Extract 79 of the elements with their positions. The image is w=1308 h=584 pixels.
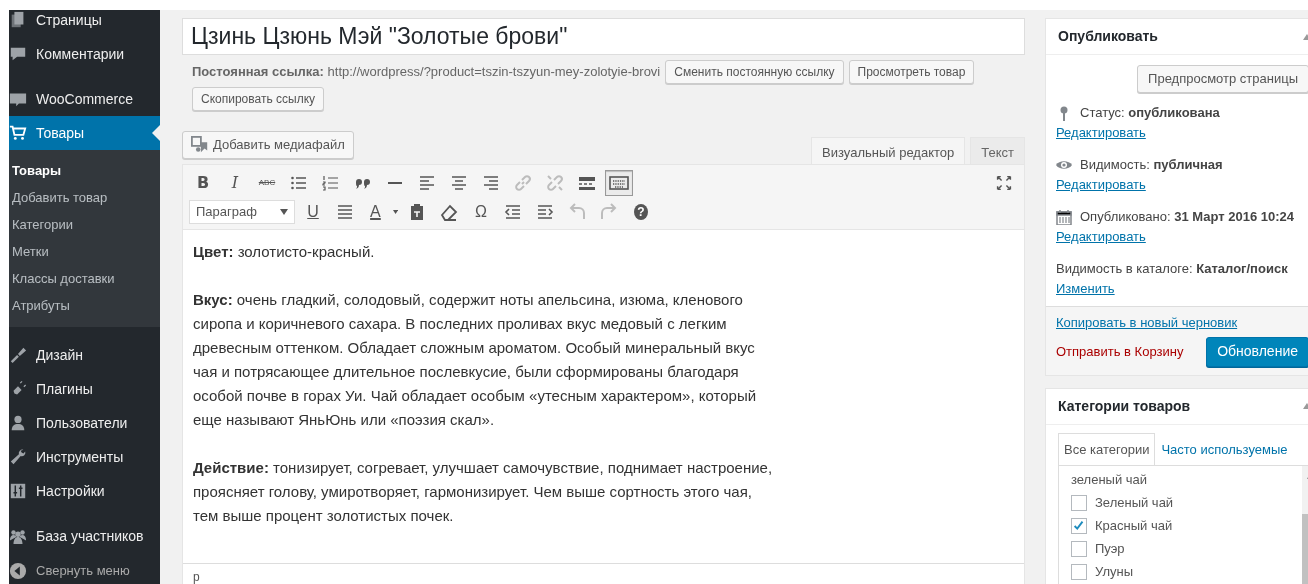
category-label: Улуны [1095, 562, 1133, 581]
menu-item[interactable]: Дизайн [9, 338, 160, 372]
status-text: Опубликовано: 31 Март 2016 10:24 [1080, 208, 1295, 226]
redo-icon [599, 201, 619, 222]
caret-icon [280, 207, 288, 216]
bold-button[interactable]: B [189, 169, 217, 196]
menu-item[interactable]: База участников [9, 519, 160, 553]
category-label: Зеленый чай [1095, 493, 1174, 512]
editor-tab[interactable]: Текст [970, 137, 1025, 164]
preview-button[interactable]: Предпросмотр страницы [1137, 65, 1308, 93]
category-label: Красный чай [1095, 516, 1173, 535]
menu-item[interactable]: Плагины [9, 372, 160, 406]
wrench-icon [9, 448, 27, 466]
submenu-item[interactable]: Категории [9, 211, 160, 238]
collapse-toggle-icon [1303, 33, 1308, 40]
paintbrush-icon [9, 346, 27, 364]
permalink-button[interactable]: Сменить постоянную ссылку [665, 60, 844, 84]
checkbox[interactable] [1071, 517, 1087, 534]
menu-item[interactable]: WooCommerce [9, 82, 160, 116]
title-field[interactable]: Цзинь Цзюнь Мэй "Золотые брови" [182, 18, 1025, 55]
category-tab[interactable]: Часто используемые [1155, 432, 1294, 465]
menu-item[interactable]: Товары [9, 116, 160, 150]
paragraph: Цвет: золотисто-красный. [193, 242, 376, 262]
checkbox[interactable] [1071, 494, 1087, 511]
panel-title: Категории товаров [1058, 396, 1191, 416]
calendar-icon [1056, 208, 1072, 225]
help-button[interactable]: ? [627, 198, 655, 225]
edit-link[interactable]: Редактировать [1056, 176, 1146, 192]
status-text: Статус: опубликована [1080, 104, 1220, 122]
menu-item[interactable]: Страницы [9, 10, 160, 37]
undo-icon [567, 201, 587, 222]
text-color-button[interactable]: A [363, 198, 399, 225]
copy-draft-link[interactable]: Копировать в новый черновик [1056, 313, 1238, 333]
editor-tab[interactable]: Визуальный редактор [811, 137, 966, 164]
submenu-item[interactable]: Атрибуты [9, 292, 160, 319]
checkbox[interactable] [1071, 540, 1087, 557]
submenu-item[interactable]: Классы доставки [9, 265, 160, 292]
speech-bubble-icon [9, 45, 27, 63]
paragraph: Действие: тонизирует, согревает, улучшает самочувствие, поднимает настроение, проясняет голову, умиротворяет, гармонизирует. Чем выше сортность этого чая, тем выше процент золотистых почек. [193, 458, 774, 526]
format-dropdown[interactable]: Параграф [189, 199, 295, 224]
collapse-menu-button[interactable]: Свернуть меню [9, 554, 160, 584]
people-icon [9, 527, 27, 545]
category-label: Пуэр [1095, 539, 1125, 558]
submenu-item[interactable]: Метки [9, 238, 160, 265]
permalink-button[interactable]: Скопировать ссылку [192, 87, 325, 111]
special-character-button[interactable]: Ω [467, 198, 495, 225]
trash-link[interactable]: Отправить в Корзину [1056, 341, 1184, 362]
add-media-button[interactable]: Добавить медиафайл [182, 131, 354, 159]
panel-title: Опубликовать [1058, 27, 1158, 46]
category-tab[interactable]: Все категории [1058, 432, 1156, 465]
status-text: Видимость в каталоге: Каталог/поиск [1056, 260, 1288, 278]
status-text: Видимость: публичная [1080, 156, 1223, 174]
link-icon [513, 172, 533, 193]
checkbox[interactable] [1071, 563, 1087, 580]
strikethrough-button[interactable]: ABC [253, 169, 281, 196]
media-icon [191, 136, 209, 154]
edit-link[interactable]: Изменить [1056, 280, 1115, 296]
menu-item[interactable]: Комментарии [9, 37, 160, 71]
keyboard-button[interactable] [605, 169, 633, 196]
edit-link[interactable]: Редактировать [1056, 228, 1146, 244]
category-label: зеленый чай [1071, 470, 1148, 489]
update-button[interactable]: Обновление [1206, 336, 1308, 367]
horizontal-line-icon [387, 180, 403, 185]
menu-item[interactable]: Пользователи [9, 406, 160, 440]
cart-icon [9, 124, 27, 142]
menu-item[interactable]: Инструменты [9, 440, 160, 474]
element-path: p [193, 570, 200, 584]
underline-button[interactable]: U [299, 198, 327, 225]
paragraph: Вкус: очень гладкий, солодовый, содержит ноты апельсина, изюма, кленового сиропа и коричневого сахара. В последних проливах вкус медовый с легким древесным оттенком. Обладает сложным ароматом. Особый минеральный вкус чая и потрясающее длительное послевкусие, были сформированы благодаря особой почве в горах Уи. Чай обладает особым «утесным характером», который еще называют ЯньЮнь или «поэзия скал». [193, 290, 758, 430]
unlink-icon [545, 172, 565, 193]
person-icon [9, 414, 27, 432]
menu-item[interactable]: Настройки [9, 474, 160, 508]
italic-button[interactable]: I [221, 169, 249, 196]
submenu-item[interactable]: Добавить товар [9, 184, 160, 211]
edit-link[interactable]: Редактировать [1056, 124, 1146, 140]
permalink-text: Постоянная ссылка: http://wordpress/?product=tszin-tszyun-mey-zolotyie-brovi [192, 63, 661, 82]
submenu-item[interactable]: Товары [9, 157, 160, 184]
caret-icon [392, 207, 398, 216]
permalink-button[interactable]: Просмотреть товар [848, 60, 975, 84]
